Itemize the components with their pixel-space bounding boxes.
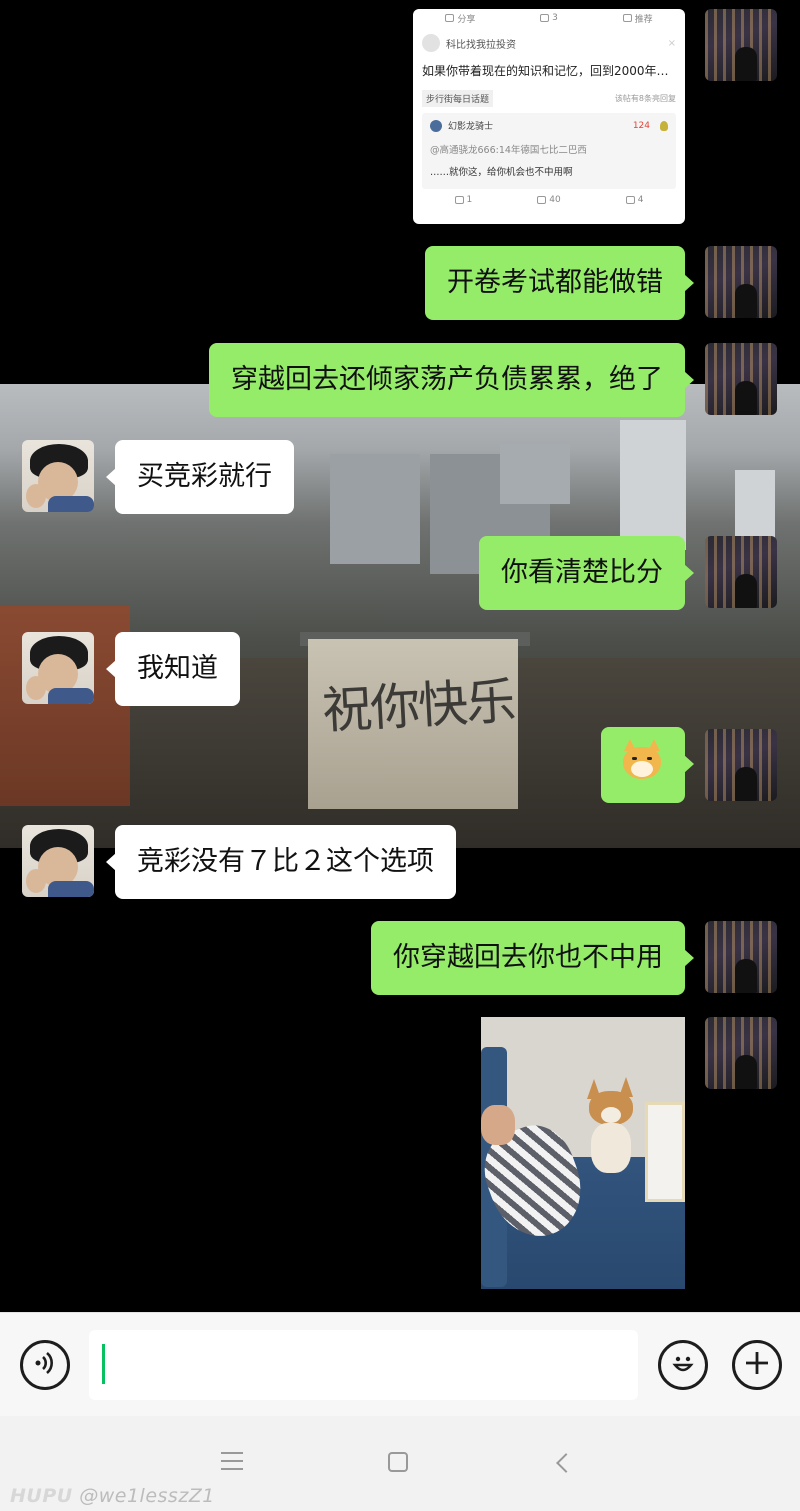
chat-screen: 祝你快乐 分享 3 推荐 科比找我拉投资 × 如果你带着现在的知识和记忆，回到2… (0, 0, 800, 1511)
card-recommend-action: 推荐 (622, 12, 653, 25)
photo-message[interactable] (481, 1017, 685, 1289)
card-comment-action: 3 (540, 13, 558, 23)
message-bubble-self[interactable]: 你穿越回去你也不中用 (371, 921, 694, 995)
self-avatar[interactable] (705, 9, 777, 81)
message-bubble-other[interactable]: 买竞彩就行 (106, 440, 294, 514)
comment-icon (540, 14, 550, 22)
back-icon[interactable] (556, 1453, 576, 1473)
card-bottom-share-count: 1 (466, 195, 473, 205)
voice-icon (32, 1350, 58, 1381)
self-avatar[interactable] (705, 343, 777, 415)
message-bubble-other[interactable]: 我知道 (106, 632, 240, 706)
lightbulb-icon (660, 120, 668, 131)
message-bubble-other[interactable]: 竞彩没有７比２这个选项 (106, 825, 456, 899)
card-bottom-like-count: 4 (637, 195, 644, 205)
card-reply-meta: 该帖有8条亮回复 (614, 94, 676, 103)
card-highlight-reply: 幻影龙骑士 124 @高通骁龙666:14年德国七比二巴西 ……就你这，给你机会… (422, 113, 676, 189)
watermark-user: @we1lesszZ1 (79, 1485, 215, 1507)
card-top-actions: 分享 3 推荐 (413, 9, 685, 27)
corgi-image (581, 1077, 645, 1173)
card-reply-name: 幻影龙骑士 (448, 122, 494, 132)
friend-avatar[interactable] (22, 440, 94, 512)
menu-icon[interactable] (221, 1452, 243, 1476)
sticker-message[interactable] (601, 727, 694, 803)
card-author-name: 科比找我拉投资 (446, 39, 516, 51)
self-avatar[interactable] (705, 536, 777, 608)
wall-graffiti: 祝你快乐 (320, 672, 516, 740)
message-bubble-self[interactable]: 穿越回去还倾家荡产负债累累，绝了 (209, 343, 694, 417)
watermark-brand: HUPU (10, 1485, 73, 1507)
home-icon[interactable] (388, 1452, 408, 1472)
card-title: 如果你带着现在的知识和记忆，回到2000年… (422, 64, 669, 78)
message-input[interactable] (89, 1330, 638, 1400)
card-reply-quote: @高通骁龙666:14年德国七比二巴西 (430, 145, 587, 156)
watermark: HUPU @we1lesszZ1 (10, 1485, 215, 1507)
thumbs-up-icon (625, 196, 635, 204)
plus-icon (743, 1349, 771, 1382)
plus-button[interactable] (732, 1340, 782, 1390)
emoji-icon (668, 1348, 698, 1383)
card-reply-avatar (430, 119, 442, 132)
self-avatar[interactable] (705, 921, 777, 993)
card-light-count: 124 (632, 120, 650, 131)
share-icon (445, 14, 455, 22)
emoji-button[interactable] (658, 1340, 708, 1390)
doge-sticker-icon (623, 739, 661, 779)
self-avatar[interactable] (705, 729, 777, 801)
card-bottom-comment: 40 (537, 195, 561, 205)
card-bottom-comment-count: 40 (549, 195, 561, 205)
card-comment-count: 3 (552, 13, 558, 23)
share-icon (454, 196, 464, 204)
card-author-row: 科比找我拉投资 × (422, 33, 676, 53)
self-avatar[interactable] (705, 1017, 777, 1089)
friend-avatar[interactable] (22, 632, 94, 704)
card-bottom-like: 4 (625, 195, 644, 205)
card-reply-head: 幻影龙骑士 124 (430, 119, 668, 132)
voice-button[interactable] (20, 1340, 70, 1390)
message-bubble-self[interactable]: 开卷考试都能做错 (425, 246, 694, 320)
message-bubble-self[interactable]: 你看清楚比分 (479, 536, 694, 610)
text-caret (102, 1344, 105, 1384)
card-topic-row: 步行街每日话题 该帖有8条亮回复 (422, 90, 676, 107)
thumbs-up-icon (622, 14, 632, 22)
card-share-label: 分享 (457, 14, 476, 25)
card-author-avatar (422, 34, 440, 52)
close-icon: × (667, 37, 676, 49)
card-topic-tag: 步行街每日话题 (422, 90, 494, 107)
card-share-action: 分享 (445, 12, 475, 25)
comment-icon (537, 196, 547, 204)
card-reply-text: ……就你这，给你机会也不中用啊 (430, 167, 573, 178)
chat-input-bar (0, 1312, 800, 1416)
friend-avatar[interactable] (22, 825, 94, 897)
card-bottom-share: 1 (454, 195, 473, 205)
card-bottom-actions: 1 40 4 (422, 195, 676, 205)
card-post: 科比找我拉投资 × 如果你带着现在的知识和记忆，回到2000年… 步行街每日话题… (422, 33, 676, 205)
self-avatar[interactable] (705, 246, 777, 318)
card-recommend-label: 推荐 (634, 14, 653, 25)
shared-post-card[interactable]: 分享 3 推荐 科比找我拉投资 × 如果你带着现在的知识和记忆，回到2000年…… (413, 9, 685, 224)
